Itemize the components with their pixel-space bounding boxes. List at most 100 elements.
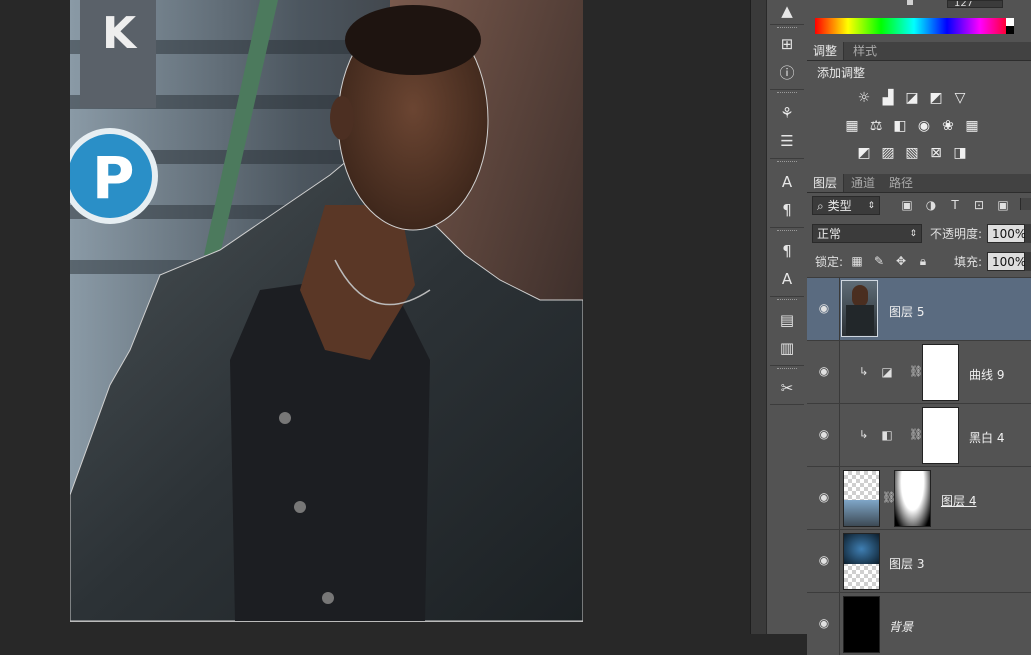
layers-tabbar: 图层 通道 路径 [807,174,1031,193]
dropdown-arrows-icon: ⇕ [867,201,875,211]
document-canvas[interactable]: K P [0,0,750,634]
photo-filter-icon[interactable]: ◉ [915,117,933,135]
photo-illustration: K P [70,0,583,621]
sign-letter: K [102,8,138,59]
fill-dropdown-arrow[interactable] [1025,252,1031,271]
opacity-input[interactable]: 100% [987,224,1026,243]
layer-name[interactable]: 背景 [889,618,913,635]
filter-toggle[interactable] [1020,198,1031,210]
black-white-adjustment-icon[interactable]: ◧ [879,427,895,443]
black-white-swatch[interactable] [1006,18,1014,34]
character-styles-icon[interactable]: A [776,268,798,290]
lock-position-icon[interactable]: ✥ [893,253,909,269]
filter-adjustment-icon[interactable]: ◑ [923,197,939,213]
visibility-eye-icon[interactable]: ◉ [817,490,831,504]
curves-adjustment-icon[interactable]: ◪ [879,364,895,380]
visibility-eye-icon[interactable]: ◉ [817,301,831,315]
color-spectrum[interactable] [815,18,1013,34]
layer-comps-icon[interactable]: ▤ [776,309,798,331]
tab-adjustments[interactable]: 调整 [807,42,845,60]
layer-row[interactable]: ◉ 图层 3 [807,529,1031,592]
selective-color-icon[interactable]: ⊠ [927,144,945,162]
layer-row[interactable]: ◉ 图层 5 [807,277,1031,340]
color-value-field[interactable]: 127 [947,0,1003,8]
fill-input[interactable]: 100% [987,252,1026,271]
posterize-icon[interactable]: ▨ [879,144,897,162]
fill-label: 填充: [954,255,983,269]
layer-name[interactable]: 图层 3 [889,555,924,572]
channel-mixer-icon[interactable]: ❀ [939,117,957,135]
search-icon: ⌕ [817,199,824,213]
lock-all-icon[interactable]: 🔒︎ [915,253,931,269]
mask-link-icon[interactable]: ⛓ [909,365,923,378]
tool-presets-icon[interactable]: ✂ [776,377,798,399]
tab-layers[interactable]: 图层 [807,174,845,192]
layer-thumbnail[interactable] [843,470,880,527]
layer-row[interactable]: ◉ ↳ ◧ ⛓ 黑白 4 [807,403,1031,466]
blend-mode-select[interactable]: 正常 ⇕ [812,224,922,243]
exposure-icon[interactable]: ◩ [927,89,945,107]
brightness-contrast-icon[interactable]: ☼ [855,89,873,107]
visibility-eye-icon[interactable]: ◉ [817,553,831,567]
lock-transparent-icon[interactable]: ▦ [849,253,865,269]
brush-presets-icon[interactable]: ⚘ [776,102,798,124]
tab-styles[interactable]: 样式 [847,42,883,60]
filter-smart-object-icon[interactable]: ▣ [995,197,1011,213]
threshold-icon[interactable]: ▧ [903,144,921,162]
layer-mask-thumbnail[interactable] [894,470,931,527]
layer-name[interactable]: 图层 5 [889,303,924,320]
lock-label: 锁定: [815,255,844,269]
panel-dock-divider[interactable] [750,0,767,634]
black-white-icon[interactable]: ◧ [891,117,909,135]
layer-mask-thumbnail[interactable] [922,344,959,401]
layer-thumbnail[interactable] [843,533,880,590]
layer-thumbnail[interactable] [841,280,878,337]
layer-row[interactable]: ◉ ⛓ 图层 4 [807,466,1031,529]
layer-row[interactable]: ◉ ↳ ◪ ⛓ 曲线 9 [807,340,1031,403]
visibility-eye-icon[interactable]: ◉ [817,427,831,441]
filter-pixel-icon[interactable]: ▣ [899,197,915,213]
filter-shape-icon[interactable]: ⊡ [971,197,987,213]
layer-mask-thumbnail[interactable] [922,407,959,464]
adjustments-tabbar: 调整 样式 [807,42,1031,61]
layer-name[interactable]: 图层 4 [941,492,976,509]
color-panel: 127 [807,0,1031,43]
curves-icon[interactable]: ◪ [903,89,921,107]
layer-filter-select[interactable]: ⌕ 类型 ⇕ [812,196,880,215]
layer-thumbnail[interactable] [843,596,880,653]
paragraph-styles-icon[interactable]: ¶ [776,240,798,262]
navigator-icon[interactable]: ⊞ [776,33,798,55]
visibility-eye-icon[interactable]: ◉ [817,616,831,630]
layer-name[interactable]: 黑白 4 [969,429,1004,446]
paragraph-icon[interactable]: ¶ [776,199,798,221]
clipping-arrow-icon: ↳ [859,365,869,378]
filter-type-icon[interactable]: T [947,197,963,213]
histogram-icon[interactable]: ▲ [776,0,798,22]
vibrance-icon[interactable]: ▦ [843,117,861,135]
color-slider-thumb[interactable] [907,0,913,5]
gradient-triangle-icon[interactable]: ▽ [951,89,969,107]
color-lookup-icon[interactable]: ▦ [963,117,981,135]
layer-name[interactable]: 曲线 9 [969,366,1004,383]
gradient-map-icon[interactable]: ◨ [951,144,969,162]
tab-channels[interactable]: 通道 [845,174,881,192]
tab-paths[interactable]: 路径 [883,174,919,192]
svg-text:P: P [92,144,135,212]
right-panels: 127 调整 样式 添加调整 ☼ ▟ ◪ ◩ ▽ ▦ ⚖ ◧ ◉ ❀ ▦ ◩ ▨… [807,0,1031,655]
layer-filter-kind: 类型 [827,199,852,213]
info-icon[interactable]: ⓘ [776,61,798,83]
invert-icon[interactable]: ◩ [855,144,873,162]
character-icon[interactable]: A [776,171,798,193]
visibility-eye-icon[interactable]: ◉ [817,364,831,378]
adjustments-title: 添加调整 [817,66,866,80]
levels-icon[interactable]: ▟ [879,89,897,107]
layer-row[interactable]: ◉ 背景 [807,592,1031,655]
opacity-label: 不透明度: [930,227,983,241]
color-balance-icon[interactable]: ⚖ [867,117,885,135]
brush-settings-icon[interactable]: ☰ [776,130,798,152]
mask-link-icon[interactable]: ⛓ [909,428,923,441]
document-image[interactable]: K P [70,0,583,622]
lock-image-icon[interactable]: ✎ [871,253,887,269]
notes-icon[interactable]: ▥ [776,337,798,359]
opacity-dropdown-arrow[interactable] [1025,224,1031,243]
